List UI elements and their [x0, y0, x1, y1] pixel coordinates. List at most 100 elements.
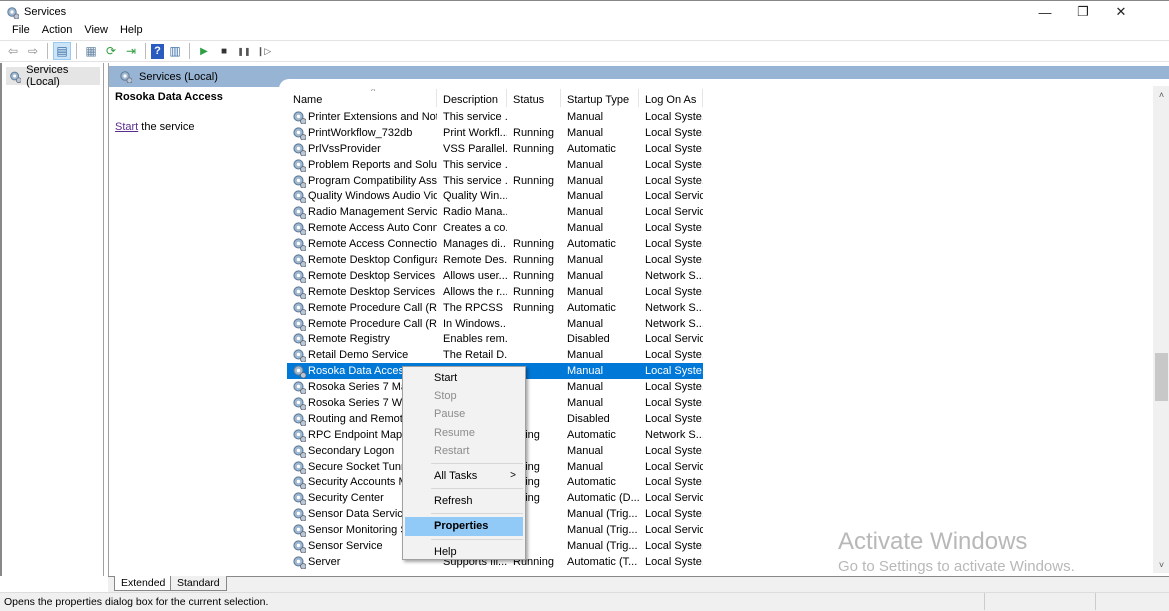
cell-startup-type: Manual (Trig...	[567, 524, 638, 537]
table-row[interactable]: Remote Registry Enables rem... Disabled Loc…	[287, 331, 703, 347]
table-row[interactable]: Remote Desktop Services U... Allows the r…	[287, 284, 703, 300]
services-app-icon	[7, 7, 19, 19]
service-gear-icon	[293, 397, 306, 410]
tab-standard[interactable]: Standard	[170, 576, 227, 591]
tree-item-services-local[interactable]: Services (Local)	[6, 64, 100, 88]
menu-help[interactable]: Help	[114, 22, 149, 40]
service-name: Printer Extensions and Notif...	[308, 110, 437, 123]
context-menu-item-stop[interactable]: Stop	[405, 387, 523, 405]
resume-icon[interactable]: ❙▷	[255, 42, 273, 60]
service-gear-icon	[293, 206, 306, 220]
minimize-button[interactable]: —	[1025, 1, 1065, 23]
column-header-description[interactable]: Description	[437, 89, 507, 107]
header-curve-decoration	[279, 79, 1169, 89]
menu-bar: File Action View Help	[0, 22, 1169, 40]
context-menu-item-start[interactable]: Start	[405, 369, 523, 387]
column-header-status[interactable]: Status	[507, 89, 561, 107]
context-menu-item-all-tasks[interactable]: All Tasks >	[405, 467, 523, 485]
menu-item-label: Stop	[434, 390, 457, 403]
column-header-startup-type[interactable]: Startup Type	[561, 89, 639, 107]
context-menu-item-properties[interactable]: Properties	[405, 517, 523, 536]
stop-icon[interactable]: ■	[215, 42, 233, 60]
cell-log-on-as: Local Syste...	[645, 174, 703, 187]
scroll-thumb[interactable]	[1155, 353, 1168, 401]
column-header-name[interactable]: Name ^	[287, 89, 437, 107]
cell-startup-type: Manual (Trig...	[567, 539, 638, 552]
context-menu-item-restart[interactable]: Restart	[405, 442, 523, 460]
toolbar: ⇦ ⇨ ▤ ▦ ⟳ ⇥ ? ▥ ▶ ■ ❚❚ ❙▷	[0, 40, 1169, 62]
table-row[interactable]: PrintWorkflow_732db Print Workfl... Runnin…	[287, 125, 703, 141]
cell-description: Manages di...	[443, 238, 507, 251]
cell-log-on-as: Local Syste...	[645, 396, 703, 409]
service-name: Remote Desktop Services U...	[308, 285, 437, 298]
cell-log-on-as: Local Syste...	[645, 285, 703, 298]
menu-action[interactable]: Action	[36, 22, 79, 40]
service-gear-icon	[293, 540, 306, 553]
table-row[interactable]: Radio Management Service Radio Mana... Man…	[287, 204, 703, 220]
context-menu-item-pause[interactable]: Pause	[405, 405, 523, 423]
scroll-down-icon[interactable]: ˅	[1153, 556, 1169, 573]
close-button[interactable]: ✕	[1101, 1, 1141, 23]
cell-startup-type: Manual	[567, 126, 604, 139]
service-gear-icon	[293, 143, 306, 156]
table-row[interactable]: Remote Access Auto Conne... Creates a co.…	[287, 220, 703, 236]
status-text: Opens the properties dialog box for the …	[4, 596, 269, 608]
play-icon[interactable]: ▶	[195, 42, 213, 60]
cell-startup-type: Automatic (T...	[567, 555, 638, 568]
cell-name: Remote Desktop Services U...	[287, 285, 437, 299]
vertical-scrollbar[interactable]: ˄ ˅	[1153, 86, 1169, 573]
table-row[interactable]: Quality Windows Audio Vid... Quality Win.…	[287, 188, 703, 204]
cell-description: This service ...	[443, 158, 507, 171]
properties-icon[interactable]: ▦	[82, 42, 100, 60]
column-label: Name	[293, 94, 323, 106]
console-tree-icon[interactable]: ▤	[53, 42, 71, 60]
service-name: Remote Access Connection...	[308, 238, 437, 251]
cell-startup-type: Automatic	[567, 238, 616, 251]
service-name: Program Compatibility Assi...	[308, 174, 437, 187]
column-header-log-on-as[interactable]: Log On As	[639, 89, 703, 107]
action-pane-icon[interactable]: ▥	[166, 42, 184, 60]
cell-log-on-as: Local Syste...	[645, 238, 703, 251]
table-row[interactable]: Remote Access Connection... Manages di...…	[287, 236, 703, 252]
table-row[interactable]: Printer Extensions and Notif... This serv…	[287, 109, 703, 125]
menu-item-label: Start	[434, 372, 458, 384]
cell-startup-type: Automatic	[567, 301, 616, 314]
table-row[interactable]: Program Compatibility Assi... This servic…	[287, 173, 703, 189]
cell-status: Running	[513, 174, 554, 187]
tab-extended[interactable]: Extended	[114, 576, 173, 591]
context-menu-item-help[interactable]: Help	[405, 543, 523, 561]
cell-startup-type: Manual	[567, 444, 604, 457]
start-service-link[interactable]: Start	[115, 121, 138, 133]
help-icon[interactable]: ?	[151, 43, 164, 59]
table-row[interactable]: Remote Desktop Services Allows user... Run…	[287, 268, 703, 284]
table-row[interactable]: Remote Procedure Call (RPC) The RPCSS ...…	[287, 300, 703, 316]
cell-name: Remote Procedure Call (RP...	[287, 317, 437, 331]
context-menu-item-resume[interactable]: Resume	[405, 424, 523, 442]
export-list-icon[interactable]: ⇥	[122, 42, 140, 60]
service-gear-icon	[293, 349, 306, 363]
refresh-icon[interactable]: ⟳	[102, 42, 120, 60]
table-row[interactable]: PrlVssProvider VSS Parallel... Running Auto…	[287, 141, 703, 157]
service-gear-icon	[293, 429, 306, 442]
pause-icon[interactable]: ❚❚	[235, 42, 253, 60]
cell-log-on-as: Network S...	[645, 269, 703, 282]
list-header: Name ^ Description Status Startup Type L…	[287, 89, 703, 107]
table-row[interactable]: Remote Desktop Configurat... Remote Des..…	[287, 252, 703, 268]
menu-file[interactable]: File	[6, 22, 36, 40]
context-menu-item-refresh[interactable]: Refresh	[405, 492, 523, 510]
menu-view[interactable]: View	[78, 22, 114, 40]
cell-startup-type: Manual	[567, 269, 604, 282]
services-gear-icon	[10, 71, 22, 83]
cell-log-on-as: Local Service	[645, 460, 703, 473]
back-arrow-icon[interactable]: ⇦	[4, 42, 22, 60]
cell-startup-type: Manual	[567, 317, 604, 330]
cell-log-on-as: Local Syste...	[645, 555, 703, 568]
forward-arrow-icon[interactable]: ⇨	[24, 42, 42, 60]
table-row[interactable]: Retail Demo Service The Retail D... Manual…	[287, 347, 703, 363]
scroll-up-icon[interactable]: ˄	[1153, 86, 1169, 103]
table-row[interactable]: Remote Procedure Call (RP... In Windows..…	[287, 316, 703, 332]
service-name: Remote Desktop Services	[308, 269, 436, 282]
maximize-button[interactable]: ❐	[1063, 1, 1103, 23]
table-row[interactable]: Problem Reports and Soluti... This servic…	[287, 157, 703, 173]
cell-description: Print Workfl...	[443, 126, 507, 139]
